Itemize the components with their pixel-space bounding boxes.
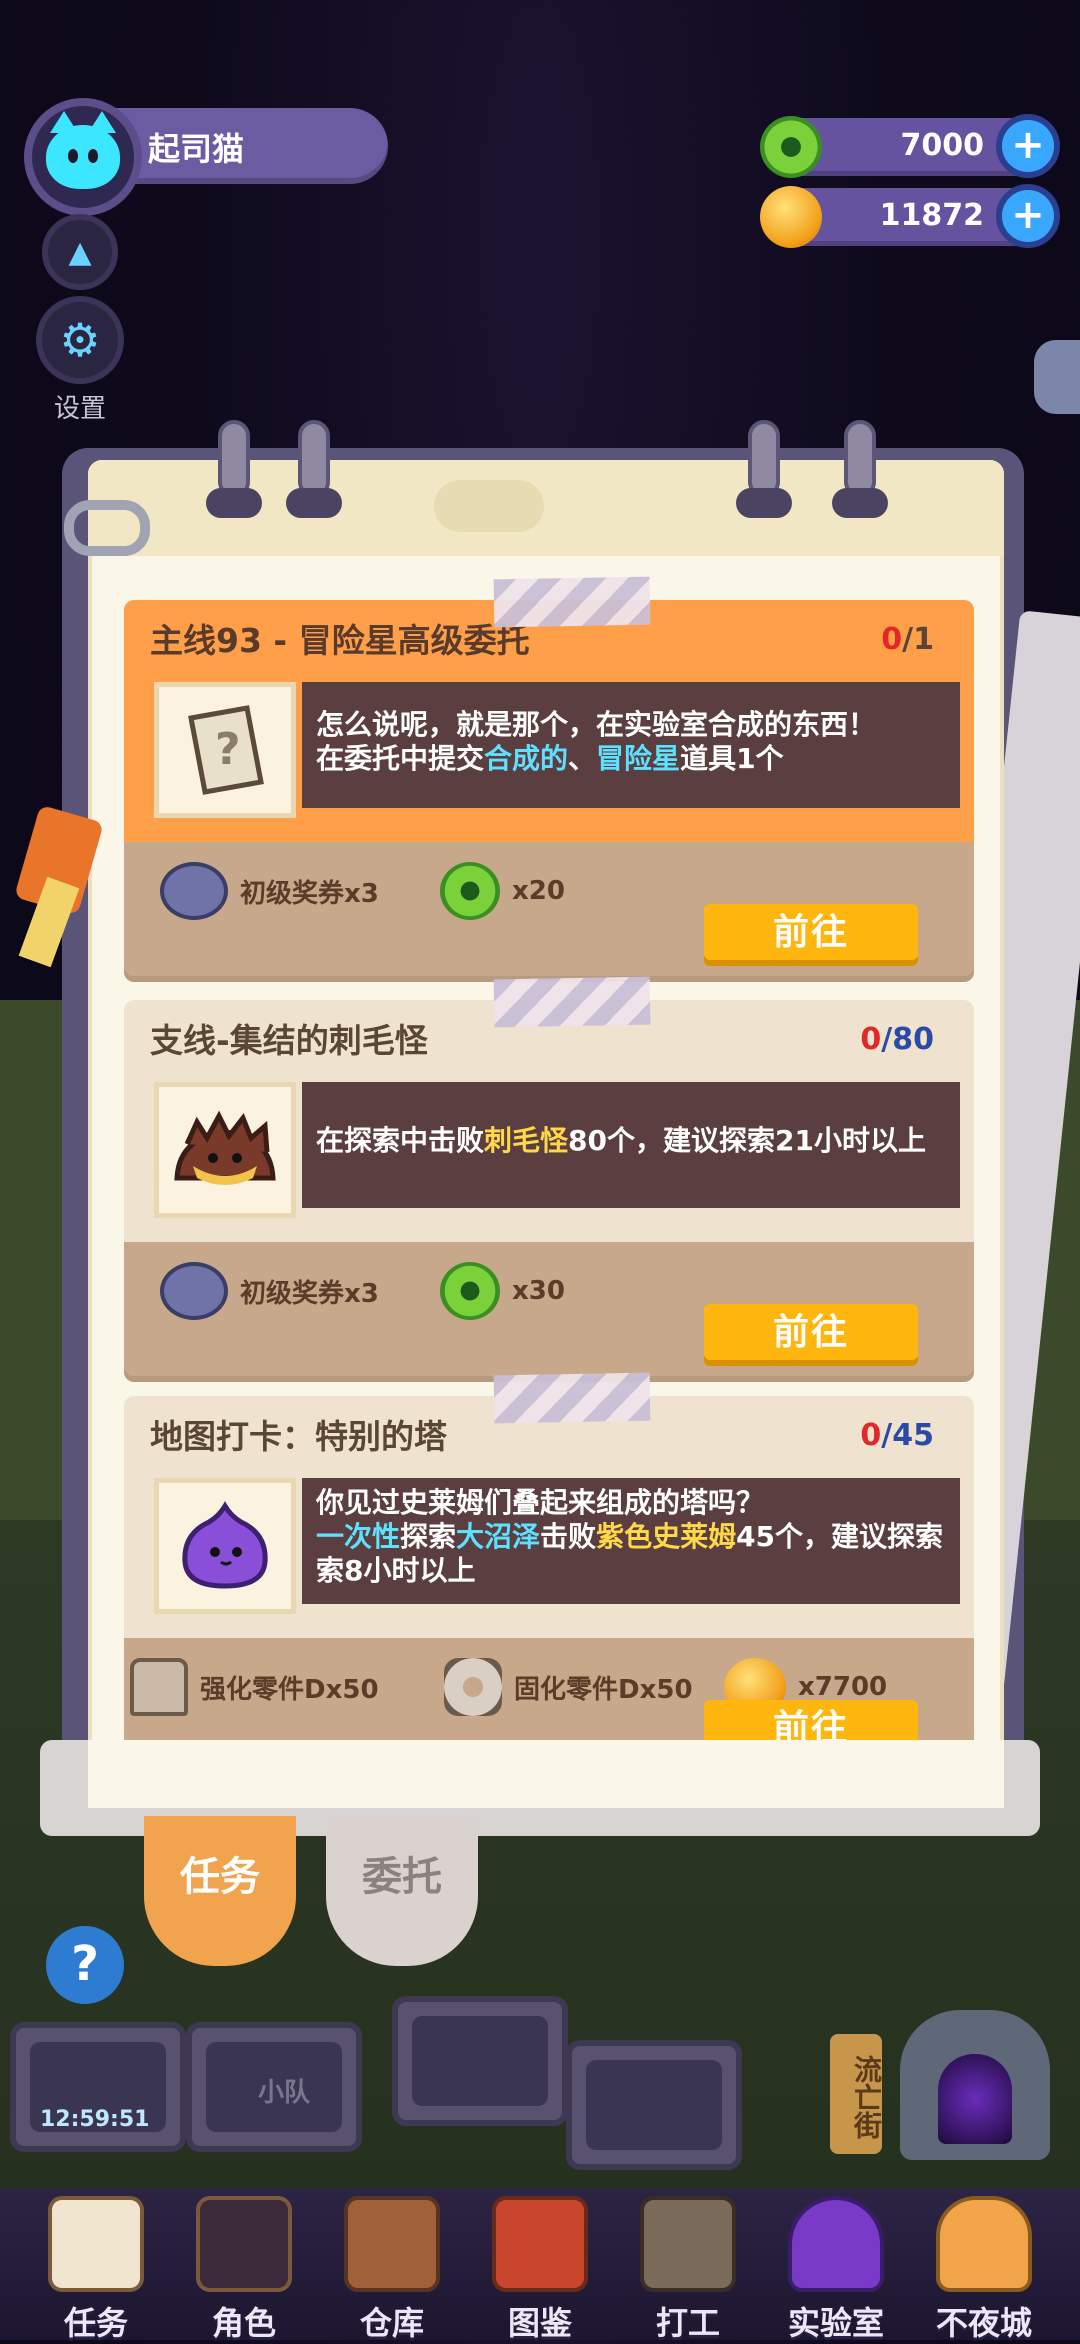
reward-strengthen-part: 强化零件Dx50 (130, 1658, 379, 1716)
tab-task[interactable]: 任务 (144, 1816, 296, 1966)
portal-gate[interactable] (900, 2010, 1050, 2160)
spiky-monster-icon (154, 1082, 296, 1218)
nut-icon (444, 1658, 502, 1716)
nav-warehouse[interactable]: 仓库 (332, 2196, 452, 2344)
quest-card-header: 地图打卡：特别的塔 0/45 你见过史莱姆们叠起来组成的塔吗？ 一次性探索大沼泽… (124, 1396, 974, 1638)
quest-progress: 0/80 (860, 1022, 934, 1057)
quest-title: 地图打卡：特别的塔 (150, 1417, 447, 1456)
notebook-paper-bottom (88, 1740, 1004, 1808)
reward-ticket: 初级奖券x3 (160, 1262, 379, 1320)
username: 起司猫 (148, 130, 245, 168)
tape-decoration (493, 1372, 651, 1424)
locked-tv[interactable] (566, 2040, 742, 2170)
nav-sleepless-city[interactable]: 不夜城 (924, 2196, 1044, 2344)
quest-title: 支线-集结的刺毛怪 (150, 1021, 428, 1060)
go-button[interactable]: 前往 (704, 904, 918, 966)
binder-ring-base (286, 488, 342, 518)
quest-card-main: 主线93 - 冒险星高级委托 0/1 ? 怎么说呢，就是那个，在实验室合成的东西… (124, 576, 974, 982)
arrow-up-button[interactable]: ▲ (30, 214, 130, 290)
settings-label: 设置 (53, 394, 106, 424)
tape-decoration (493, 976, 651, 1028)
green-donut-coin-icon (440, 862, 500, 920)
binder-ring-base (736, 488, 792, 518)
binder-ring-base (206, 488, 262, 518)
paper-stain (434, 480, 544, 532)
picture-frame-icon (640, 2196, 736, 2292)
gear-icon: ⚙ (36, 296, 124, 384)
flask-icon (788, 2196, 884, 2292)
quest-card-header: 主线93 - 冒险星高级委托 0/1 ? 怎么说呢，就是那个，在实验室合成的东西… (124, 600, 974, 842)
gold-planet-coin-icon (760, 186, 822, 248)
reward-green-coin: x30 (440, 1262, 565, 1320)
reward-green-coin: x20 (440, 862, 565, 920)
green-donut-coin-icon (440, 1262, 500, 1320)
team-tv[interactable]: 小队 (186, 2022, 362, 2152)
chest-icon (344, 2196, 440, 2292)
help-button[interactable]: ? (46, 1926, 124, 2004)
binder-ring (844, 420, 876, 498)
paperclip-icon (64, 500, 150, 556)
cat-mascot-icon (936, 2196, 1032, 2292)
quest-card-header: 支线-集结的刺毛怪 0/80 在探索中击败刺毛怪80个，建议探索21小时以上 (124, 1000, 974, 1242)
nav-laboratory[interactable]: 实验室 (776, 2196, 896, 2344)
go-button[interactable]: 前往 (704, 1304, 918, 1366)
tape-decoration (493, 576, 651, 628)
nav-work[interactable]: 打工 (628, 2196, 748, 2344)
exile-street-sign[interactable]: 流亡街 (830, 2034, 883, 2154)
nav-task[interactable]: 任务 (36, 2196, 156, 2344)
quest-card-side: 支线-集结的刺毛怪 0/80 在探索中击败刺毛怪80个，建议探索21小时以上 初… (124, 976, 974, 1382)
locked-tv[interactable] (392, 1996, 568, 2126)
quest-rewards: 初级奖券x3 x20 前往 (124, 842, 974, 982)
arrow-up-icon: ▲ (42, 214, 118, 290)
add-gold-currency-button[interactable]: + (996, 184, 1060, 248)
timer-tv[interactable]: 12:59:51 (10, 2022, 186, 2152)
tab-commission[interactable]: 委托 (326, 1816, 478, 1966)
quest-rewards: 初级奖券x3 x30 前往 (124, 1242, 974, 1382)
avatar[interactable] (24, 98, 142, 216)
settings-button[interactable]: ⚙ 设置 (30, 296, 130, 425)
binder-ring (218, 420, 250, 498)
quest-progress: 0/1 (881, 622, 934, 657)
gold-currency-value: 11872 (879, 198, 984, 233)
svg-text:?: ? (215, 724, 241, 775)
nav-collection[interactable]: 图鉴 (480, 2196, 600, 2344)
character-icon (196, 2196, 292, 2292)
green-donut-coin-icon (760, 116, 822, 178)
timer-label: 12:59:51 (40, 2107, 150, 2132)
binder-ring (298, 420, 330, 498)
clipboard-icon (48, 2196, 144, 2292)
unknown-item-icon: ? (154, 682, 296, 818)
cat-avatar-icon (46, 111, 120, 189)
quest-title: 主线93 - 冒险星高级委托 (150, 621, 530, 660)
ticket-icon (160, 862, 228, 920)
reward-ticket: 初级奖券x3 (160, 862, 379, 920)
quest-card-map: 地图打卡：特别的塔 0/45 你见过史莱姆们叠起来组成的塔吗？ 一次性探索大沼泽… (124, 1372, 974, 1778)
nav-character[interactable]: 角色 (184, 2196, 304, 2344)
reward-fixing-part: 固化零件Dx50 (444, 1658, 693, 1716)
binder-ring-base (832, 488, 888, 518)
quest-description: 在探索中击败刺毛怪80个，建议探索21小时以上 (302, 1082, 960, 1208)
purple-slime-icon (154, 1478, 296, 1614)
bolt-icon (130, 1658, 188, 1716)
quest-description: 你见过史莱姆们叠起来组成的塔吗？ 一次性探索大沼泽击败紫色史莱姆45个，建议探索… (302, 1478, 960, 1604)
team-label: 小队 (258, 2078, 311, 2108)
green-currency-value: 7000 (900, 128, 985, 163)
quest-description: 怎么说呢，就是那个，在实验室合成的东西！ 在委托中提交合成的、冒险星道具1个 (302, 682, 960, 808)
add-green-currency-button[interactable]: + (996, 114, 1060, 178)
book-icon (492, 2196, 588, 2292)
side-clip-button[interactable] (1034, 340, 1080, 414)
binder-ring (748, 420, 780, 498)
ticket-icon (160, 1262, 228, 1320)
quest-progress: 0/45 (860, 1418, 934, 1453)
